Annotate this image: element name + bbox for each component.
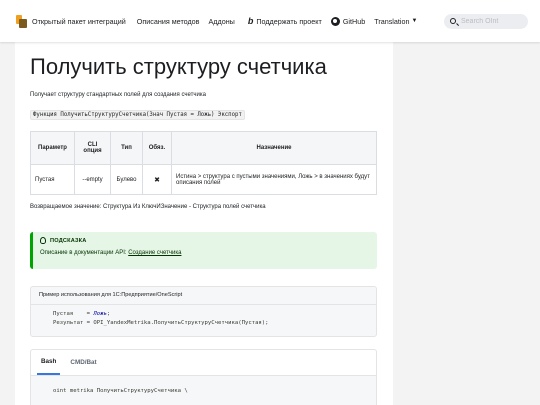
code-content: Пустая = Ложь; Результат = OPI_YandexMet… xyxy=(31,305,376,327)
header-required: Обяз. xyxy=(142,131,172,165)
page-title: Получить структуру счетчика xyxy=(30,54,327,79)
params-table: Параметр CLI опция Тип Обяз. Назначение … xyxy=(30,131,377,195)
caret-down-icon: ▼ xyxy=(411,18,418,24)
tip-admonition: ПОДСКАЗКА Описание в документации API: С… xyxy=(30,232,377,269)
github-label: GitHub xyxy=(342,16,366,26)
translation-dropdown[interactable]: Translation ▼ xyxy=(374,17,417,26)
brand-link[interactable]: Открытый пакет интеграций xyxy=(32,17,126,26)
tip-text: Описание в документации API: xyxy=(40,250,129,256)
search-input[interactable] xyxy=(461,17,521,25)
function-signature: Функция ПолучитьСтруктуруСчетчика(Знач П… xyxy=(30,110,245,120)
cell-type: Булево xyxy=(110,164,143,195)
cli-tabs-box: Bash CMD/Bat oint metrika ПолучитьСтрукт… xyxy=(30,349,377,405)
code-line1-end: ; xyxy=(106,311,111,317)
top-navbar: Открытый пакет интеграций Описания метод… xyxy=(0,0,540,42)
github-link[interactable]: GitHub xyxy=(330,16,366,26)
table-row: Пустая --empty Булево ✖ Истина > структу… xyxy=(30,164,377,195)
header-cli: CLI опция xyxy=(74,131,111,165)
boosty-icon: b xyxy=(247,16,254,26)
page-description: Получает структуру стандартных полей для… xyxy=(30,92,206,98)
cell-purpose: Истина > структура с пустыми значениями,… xyxy=(171,164,377,195)
cell-required: ✖ xyxy=(142,164,172,195)
return-value: Возвращаемое значение: Структура Из Ключ… xyxy=(30,204,266,210)
lightbulb-icon xyxy=(40,237,46,244)
support-link[interactable]: b Поддержать проект xyxy=(248,16,322,26)
cli-tabs: Bash CMD/Bat xyxy=(31,350,376,376)
cell-cli: --empty xyxy=(74,164,111,195)
tip-title: ПОДСКАЗКА xyxy=(50,237,87,244)
support-label: Поддержать проект xyxy=(256,16,322,26)
header-param: Параметр xyxy=(30,131,75,165)
code-title: Пример использования для 1С:Предприятие/… xyxy=(31,287,376,305)
doc-card: Получить структуру счетчика Получает стр… xyxy=(15,42,393,405)
api-doc-link[interactable]: Создание счетчика xyxy=(128,250,181,256)
search-icon xyxy=(450,18,456,24)
translation-label: Translation xyxy=(374,16,410,26)
example-codeblock: Пример использования для 1С:Предприятие/… xyxy=(30,286,377,337)
tip-body: Описание в документации API: Создание сч… xyxy=(40,250,370,256)
header-type: Тип xyxy=(110,131,143,165)
nav-methods-link[interactable]: Описания методов xyxy=(137,17,200,26)
search-box[interactable] xyxy=(444,13,528,29)
logo-icon[interactable] xyxy=(16,14,27,28)
code-line1-var: Пустая = xyxy=(53,311,94,317)
tip-heading: ПОДСКАЗКА xyxy=(40,237,370,244)
code-keyword: Ложь xyxy=(93,311,107,317)
cell-param: Пустая xyxy=(30,164,75,195)
code-line2: Результат = OPI_YandexMetrika.ПолучитьСт… xyxy=(53,319,269,326)
github-icon xyxy=(330,16,340,26)
tab-cmd[interactable]: CMD/Bat xyxy=(66,350,100,375)
bash-code: oint metrika ПолучитьСтруктуруСчетчика \ xyxy=(53,388,188,394)
nav-addons-link[interactable]: Аддоны xyxy=(209,17,235,26)
bash-codeblock: oint metrika ПолучитьСтруктуруСчетчика \ xyxy=(31,376,376,405)
header-purpose: Назначение xyxy=(171,131,377,165)
cross-icon: ✖ xyxy=(154,176,160,184)
tab-bash[interactable]: Bash xyxy=(37,350,61,375)
